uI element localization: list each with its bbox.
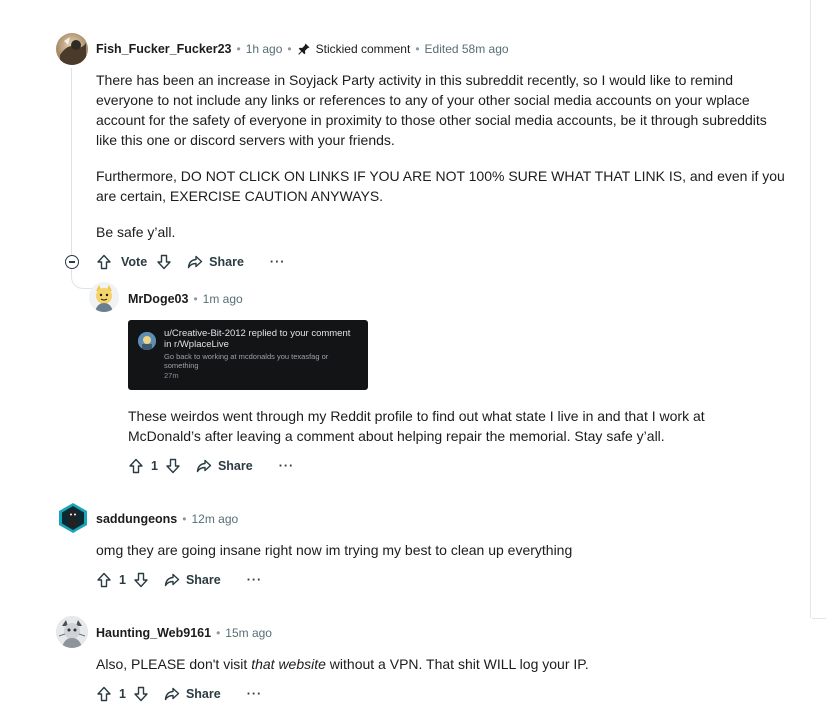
avatar[interactable] — [56, 33, 88, 65]
notification-title: u/Creative-Bit-2012 replied to your comm… — [164, 328, 351, 350]
upvote-arrow-icon[interactable] — [127, 457, 145, 475]
comment-meta: Fish_Fucker_Fucker23 • 1h ago • Stickied… — [96, 41, 509, 57]
pin-icon — [297, 42, 311, 56]
share-arrow-icon — [196, 458, 218, 474]
comment-body: omg they are going insane right now im t… — [96, 540, 786, 560]
more-options-button[interactable]: ··· — [247, 573, 263, 587]
avatar[interactable] — [57, 502, 89, 534]
separator-dot: • — [182, 512, 187, 526]
avatar[interactable] — [89, 282, 119, 312]
reply-connector — [71, 268, 92, 289]
comment-body: These weirdos went through my Reddit pro… — [128, 406, 728, 446]
comment-text-italic: that website — [251, 656, 326, 672]
embedded-screenshot[interactable]: u/Creative-Bit-2012 replied to your comm… — [128, 320, 368, 390]
separator-dot: • — [193, 292, 198, 306]
downvote-arrow-icon[interactable] — [164, 457, 182, 475]
author-name[interactable]: MrDoge03 — [128, 292, 188, 306]
share-label: Share — [209, 255, 244, 269]
comment-paragraph: omg they are going insane right now im t… — [96, 542, 573, 558]
comment-paragraph: Be safe y’all. — [96, 224, 176, 240]
comment-actions: 1 Share ··· — [127, 454, 294, 478]
downvote-arrow-icon[interactable] — [132, 571, 150, 589]
vote-count: 1 — [119, 687, 126, 701]
comment-actions: 1 Share ··· — [95, 682, 262, 706]
right-divider-tick — [812, 618, 826, 619]
right-divider — [810, 0, 811, 618]
separator-dot: • — [216, 626, 221, 640]
share-button[interactable]: Share — [164, 686, 221, 702]
comment-text: Also, PLEASE don't visit — [96, 656, 252, 672]
share-arrow-icon — [164, 686, 186, 702]
comment-meta: Haunting_Web9161 • 15m ago — [96, 625, 272, 641]
share-arrow-icon — [187, 254, 209, 270]
stickied-label: Stickied comment — [315, 42, 411, 56]
notification-body: Go back to working at mcdonalds you texa… — [164, 352, 329, 370]
comment-meta: MrDoge03 • 1m ago — [128, 291, 243, 307]
comment-meta: saddungeons • 12m ago — [96, 511, 238, 527]
comment-paragraph: These weirdos went through my Reddit pro… — [128, 408, 705, 444]
downvote-arrow-icon[interactable] — [155, 253, 173, 271]
vote-label: Vote — [121, 255, 148, 269]
downvote-arrow-icon[interactable] — [132, 685, 150, 703]
collapse-minus-icon[interactable] — [65, 255, 79, 269]
share-label: Share — [185, 573, 221, 587]
comment-paragraph: Furthermore, DO NOT CLICK ON LINKS IF YO… — [96, 168, 785, 204]
more-options-button[interactable]: ··· — [270, 255, 286, 269]
more-options-button[interactable]: ··· — [279, 459, 295, 473]
vote-count: 1 — [119, 573, 126, 587]
comment-actions: 1 Share ··· — [95, 568, 262, 592]
share-button[interactable]: Share — [196, 458, 253, 474]
vote-count: 1 — [151, 459, 158, 473]
upvote-arrow-icon[interactable] — [95, 685, 113, 703]
edited-label: Edited 58m ago — [424, 42, 509, 56]
notification-avatar — [138, 332, 156, 350]
comment-paragraph: Also, PLEASE don't visit that website wi… — [96, 654, 786, 674]
upvote-arrow-icon[interactable] — [95, 571, 113, 589]
comment-time[interactable]: 1h ago — [246, 42, 283, 56]
notification-time: 27m — [164, 371, 179, 380]
share-button[interactable]: Share — [187, 254, 244, 270]
share-button[interactable]: Share — [164, 572, 221, 588]
separator-dot: • — [287, 42, 292, 56]
upvote-arrow-icon[interactable] — [95, 253, 113, 271]
comment-time[interactable]: 12m ago — [191, 512, 238, 526]
share-label: Share — [217, 459, 253, 473]
separator-dot: • — [236, 42, 241, 56]
author-name[interactable]: Haunting_Web9161 — [96, 626, 211, 640]
author-name[interactable]: saddungeons — [96, 512, 177, 526]
share-arrow-icon — [164, 572, 186, 588]
author-name[interactable]: Fish_Fucker_Fucker23 — [96, 42, 232, 56]
thread-line — [71, 68, 72, 256]
comment-actions: Vote Share ··· — [95, 250, 285, 274]
share-label: Share — [185, 687, 221, 701]
avatar[interactable] — [56, 616, 88, 648]
comment-body: Also, PLEASE don't visit that website wi… — [96, 654, 786, 674]
comment-paragraph: There has been an increase in Soyjack Pa… — [96, 72, 767, 148]
separator-dot: • — [415, 42, 420, 56]
comment-time[interactable]: 1m ago — [203, 292, 243, 306]
comment-text: without a VPN. That shit WILL log your I… — [325, 656, 589, 672]
more-options-button[interactable]: ··· — [247, 687, 263, 701]
comment-time[interactable]: 15m ago — [225, 626, 272, 640]
comment-body: There has been an increase in Soyjack Pa… — [96, 70, 786, 242]
